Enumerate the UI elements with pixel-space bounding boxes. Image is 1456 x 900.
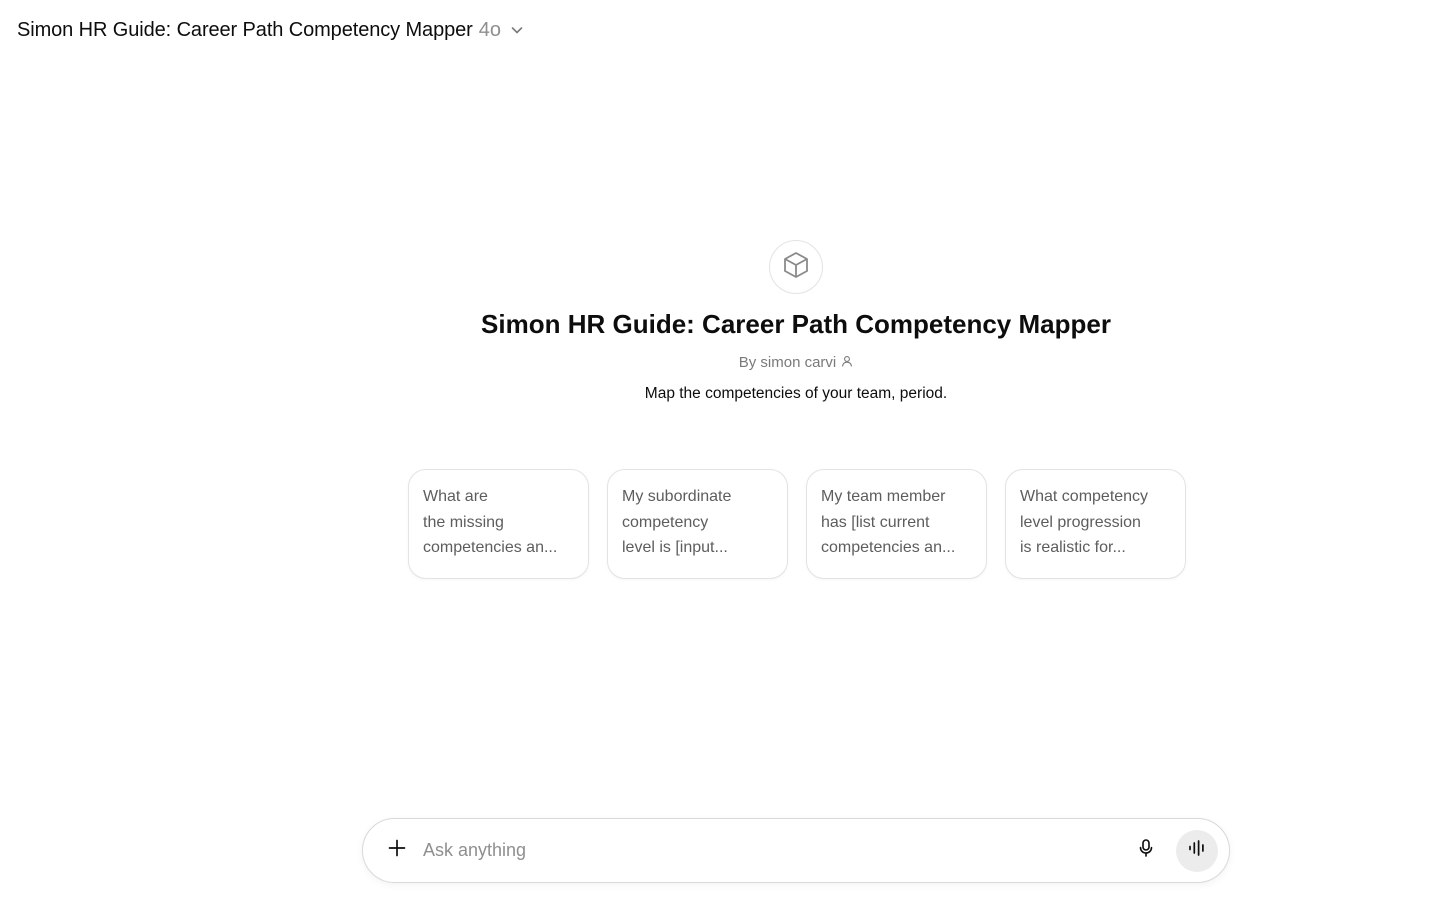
attach-button[interactable]	[377, 831, 417, 871]
dictate-button[interactable]	[1128, 833, 1164, 869]
voice-mode-icon	[1187, 838, 1207, 863]
starter-card-1[interactable]: What are the missing competencies an...	[408, 469, 589, 579]
starter-line: My team member	[821, 488, 946, 505]
starter-line: has [list current	[821, 513, 930, 531]
chat-page: Simon HR Guide: Career Path Competency M…	[0, 0, 1456, 900]
plus-icon	[387, 838, 407, 863]
starter-card-2[interactable]: My subordinate competency level is [inpu…	[607, 469, 788, 579]
starter-line: My subordinate	[622, 488, 732, 505]
voice-mode-button[interactable]	[1176, 829, 1218, 872]
starter-line: the missing	[423, 513, 504, 531]
gpt-title: Simon HR Guide: Career Path Competency M…	[481, 309, 1111, 339]
starter-line: level progression	[1020, 513, 1141, 531]
model-selector[interactable]: Simon HR Guide: Career Path Competency M…	[17, 16, 525, 44]
cube-icon	[781, 250, 811, 285]
gpt-description: Map the competencies of your team, perio…	[644, 385, 948, 402]
microphone-icon	[1136, 838, 1156, 863]
gpt-author[interactable]: By simon carvi	[596, 354, 996, 371]
conversation-starters: What are the missing competencies an... …	[408, 469, 1186, 579]
model-label: 4o	[478, 18, 501, 41]
starter-line: competency	[622, 513, 709, 531]
starter-line: What are	[423, 488, 488, 505]
user-icon	[841, 354, 853, 371]
prompt-input[interactable]	[423, 830, 1128, 871]
starter-line: competencies an...	[423, 539, 558, 556]
starter-card-4[interactable]: What competency level progression is rea…	[1005, 469, 1186, 579]
chevron-down-icon	[509, 22, 525, 38]
message-composer	[362, 818, 1230, 883]
starter-card-3[interactable]: My team member has [list current compete…	[806, 469, 987, 579]
starter-line: is realistic for...	[1020, 539, 1126, 556]
starter-line: level is [input...	[622, 539, 728, 556]
header-title: Simon HR Guide: Career Path Competency M…	[17, 18, 473, 41]
starter-line: competencies an...	[821, 539, 956, 556]
gpt-avatar	[769, 240, 823, 294]
author-label: By simon carvi	[738, 354, 837, 371]
starter-line: What competency	[1020, 488, 1149, 505]
